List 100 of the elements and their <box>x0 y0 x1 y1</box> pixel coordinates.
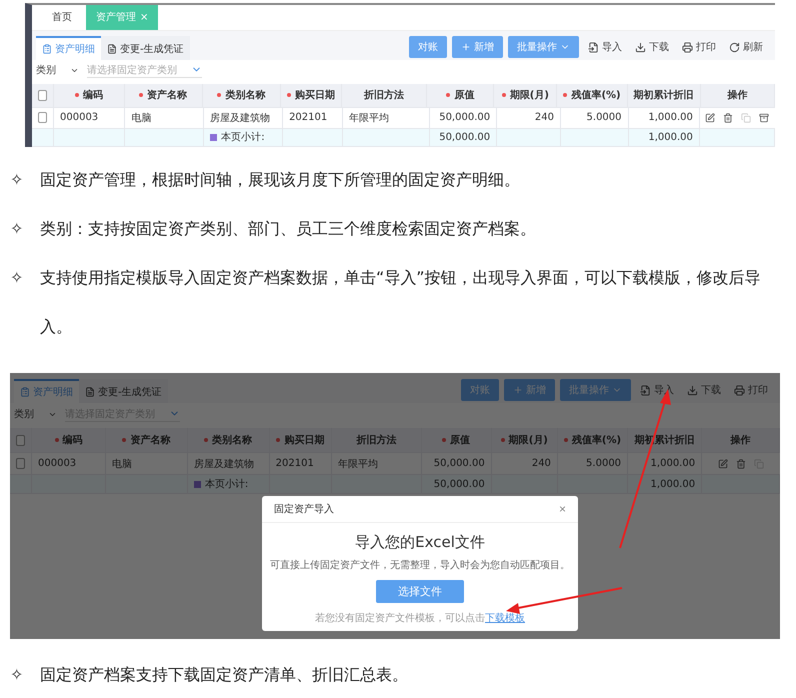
page-tab[interactable]: 首页 <box>42 5 82 30</box>
dialog-note: 若您没有固定资产文件模板，可以点击下载模板 <box>315 612 525 625</box>
table-cell: 1,000.00 <box>628 128 700 146</box>
table-cell: 240 <box>534 112 554 124</box>
document-icon <box>85 387 95 397</box>
sub-tab[interactable]: 变更-生成凭证 <box>101 36 190 60</box>
add-button[interactable]: 新增 <box>452 36 503 58</box>
checkbox[interactable] <box>16 434 25 446</box>
column-header: 资产名称 <box>124 84 203 107</box>
checkbox[interactable] <box>38 90 47 101</box>
import-icon <box>588 42 599 53</box>
bullet-icon: ✧ <box>0 155 32 204</box>
refresh-icon <box>729 42 740 53</box>
toolbar-button[interactable]: 刷新 <box>725 38 767 56</box>
printer-icon <box>682 42 693 53</box>
table-cell: 240 <box>532 458 551 469</box>
download-template-link[interactable]: 下载模板 <box>485 613 525 624</box>
subtotal-label: 本页小计: <box>204 478 248 491</box>
reconcile-button[interactable]: 对账 <box>409 36 447 58</box>
download-icon <box>635 42 646 53</box>
table-cell: 1,000.00 <box>648 112 693 124</box>
table-cell: 000003 <box>38 458 76 469</box>
document-icon <box>107 44 117 54</box>
table-cell-text: 年限平均 <box>349 112 390 125</box>
column-header: 类别名称 <box>188 428 270 452</box>
required-dot <box>122 438 126 442</box>
table-cell-text: 电脑 <box>131 112 152 125</box>
table-cell-text: 房屋及建筑物 <box>194 458 254 470</box>
required-dot <box>442 438 446 442</box>
batch-menu-button[interactable]: 批量操作 <box>560 379 631 401</box>
column-header: 资产名称 <box>106 428 188 452</box>
checkbox[interactable] <box>16 458 25 469</box>
toolbar-button[interactable]: 导入 <box>584 38 626 56</box>
reconcile-button[interactable]: 对账 <box>461 379 499 401</box>
category-select[interactable]: 类别 <box>14 407 57 421</box>
list-icon <box>42 44 52 54</box>
table-cell: 1,000.00 <box>650 458 696 469</box>
trash-icon[interactable] <box>723 112 734 123</box>
column-header: 编码 <box>32 428 106 452</box>
checkbox[interactable] <box>38 112 47 124</box>
category-field[interactable]: 请选择固定资产类别 <box>87 62 202 78</box>
bullet-icon: ✧ <box>0 253 32 351</box>
required-dot <box>204 438 208 442</box>
column-header: 折旧方法 <box>342 84 428 107</box>
plus-icon <box>461 42 471 52</box>
required-dot <box>564 438 568 442</box>
table-cell: 5.0000 <box>586 458 622 469</box>
subtotal-icon <box>194 480 201 488</box>
table-cell: 50,000.00 <box>430 128 498 146</box>
subtotal-label: 本页小计: <box>221 130 265 144</box>
paragraph: 固定资产管理，根据时间轴，展现该月度下所管理的固定资产明细。 <box>39 169 521 191</box>
required-dot <box>446 93 450 98</box>
column-header: 类别名称 <box>202 84 281 107</box>
dialog-description: 可直接上传固定资产文件，无需整理，导入时会为您自动匹配项目。 <box>270 558 570 572</box>
edit-icon[interactable] <box>718 458 728 468</box>
toolbar-button[interactable]: 打印 <box>730 381 772 399</box>
toolbar-button[interactable]: 下载 <box>631 38 673 56</box>
archive-icon[interactable] <box>759 112 770 123</box>
column-header: 期限(月) <box>494 84 558 107</box>
bullet-icon: ✧ <box>0 204 32 253</box>
table-cell: 000003 <box>60 112 98 124</box>
table-cell: 1,000.00 <box>628 475 702 493</box>
table-cell-text: 年限平均 <box>338 458 378 470</box>
column-header: 期初累计折旧 <box>628 84 701 107</box>
column-header: 购买日期 <box>270 428 332 452</box>
column-header: 残值率(%) <box>558 428 628 452</box>
paragraph: 固定资产档案支持下载固定资产清单、折旧汇总表。 <box>39 664 409 686</box>
batch-menu-button[interactable]: 批量操作 <box>508 36 579 58</box>
edit-icon[interactable] <box>705 112 716 123</box>
paragraph: 类别：支持按固定资产类别、部门、员工三个维度检索固定资产档案。 <box>39 218 537 240</box>
column-header: 编码 <box>54 84 125 107</box>
sub-tab[interactable]: 资产明细 <box>36 36 101 60</box>
required-dot <box>217 93 222 98</box>
dialog-title: 固定资产导入 <box>274 502 334 516</box>
choose-file-button[interactable]: 选择文件 <box>376 580 464 603</box>
column-header: 期限(月) <box>492 428 558 452</box>
close-button[interactable]: × <box>558 502 566 516</box>
add-button[interactable]: 新增 <box>504 379 555 401</box>
subtotal-icon <box>210 134 218 141</box>
table-cell-text: 电脑 <box>112 458 132 470</box>
required-dot <box>563 93 568 98</box>
table-cell: 50,000.00 <box>422 475 492 493</box>
toolbar-button[interactable]: 打印 <box>678 38 720 56</box>
table-cell: 50,000.00 <box>434 458 485 469</box>
category-select[interactable]: 类别 <box>36 63 79 78</box>
trash-icon[interactable] <box>736 458 746 468</box>
page-tab[interactable]: 资产管理 × <box>86 5 158 30</box>
required-dot <box>502 93 506 98</box>
table-cell: 202101 <box>289 112 328 124</box>
toolbar-button[interactable]: 下载 <box>683 381 725 399</box>
table-cell: 202101 <box>276 458 314 469</box>
column-header: 原值 <box>422 428 492 452</box>
column-header: 折旧方法 <box>332 428 422 452</box>
column-header: 残值率(%) <box>557 84 628 107</box>
column-header: 操作 <box>700 84 775 107</box>
table-cell-text: 房屋及建筑物 <box>210 112 270 125</box>
download-icon <box>687 384 698 396</box>
sub-tab[interactable]: 资产明细 <box>14 379 79 403</box>
bullet-icon: ✧ <box>0 653 32 697</box>
required-dot <box>139 93 144 98</box>
